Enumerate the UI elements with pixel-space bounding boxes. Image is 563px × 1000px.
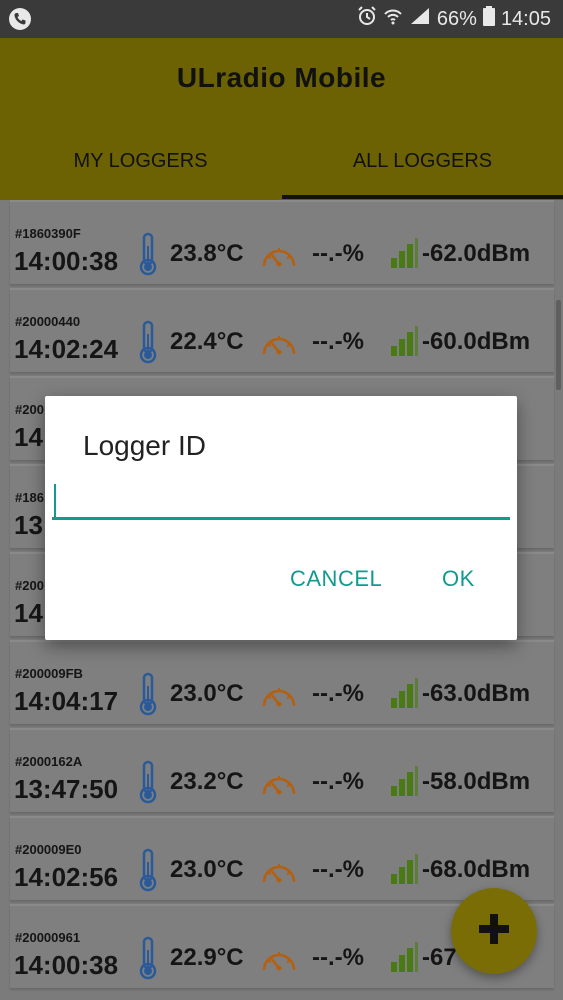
logger-humidity: --.-% xyxy=(312,680,364,707)
logger-time: 14:00:38 xyxy=(14,950,119,980)
signal-strength-icon xyxy=(390,326,418,361)
signal-strength-icon xyxy=(390,766,418,801)
thermometer-icon xyxy=(137,848,159,897)
gauge-icon xyxy=(260,856,298,891)
logger-temperature: 23.8°C xyxy=(170,240,244,267)
signal-strength-icon xyxy=(390,854,418,889)
logger-temperature: 23.0°C xyxy=(170,680,244,707)
logger-row[interactable]: #200009E0 14:02:56 23.0°C --.-% -68.0dBm xyxy=(10,816,554,900)
logger-id-input[interactable] xyxy=(52,480,510,520)
gauge-icon xyxy=(260,680,298,715)
battery-icon xyxy=(482,6,495,32)
text-caret xyxy=(54,484,56,518)
logger-row[interactable]: #200009FB 14:04:17 23.0°C --.-% -63.0dBm xyxy=(10,640,554,724)
logger-id: #200 xyxy=(15,402,44,417)
logger-humidity: --.-% xyxy=(312,944,364,971)
logger-rssi: -68.0dBm xyxy=(422,856,531,883)
logger-id: #186 xyxy=(15,490,44,505)
add-logger-button[interactable] xyxy=(451,888,537,974)
logger-time: 14:02:24 xyxy=(14,334,119,364)
logger-temperature: 22.9°C xyxy=(170,944,244,971)
tab-indicator xyxy=(282,195,563,199)
logger-id: #20000440 xyxy=(15,314,81,329)
cancel-button[interactable]: CANCEL xyxy=(290,566,382,592)
logger-humidity: --.-% xyxy=(312,768,364,795)
logger-time: 14 xyxy=(14,598,43,628)
gauge-icon xyxy=(260,240,298,275)
signal-strength-icon xyxy=(390,942,418,977)
logger-id: #200 xyxy=(15,578,44,593)
plus-icon xyxy=(477,912,511,951)
tab-all-loggers[interactable]: ALL LOGGERS xyxy=(282,150,563,173)
logger-rssi: -60.0dBm xyxy=(422,328,531,355)
logger-id: #200009FB xyxy=(15,666,83,681)
logger-humidity: --.-% xyxy=(312,856,364,883)
signal-strength-icon xyxy=(390,238,418,273)
alarm-icon xyxy=(357,6,377,32)
logger-row[interactable]: #1860390F 14:00:38 23.8°C --.-% -62.0dBm xyxy=(10,200,554,284)
logger-time: 14 xyxy=(14,422,43,452)
thermometer-icon xyxy=(137,760,159,809)
logger-id: #1860390F xyxy=(15,226,81,241)
logger-rssi: -58.0dBm xyxy=(422,768,531,795)
logger-humidity: --.-% xyxy=(312,240,364,267)
phone-call-icon xyxy=(8,7,32,36)
thermometer-icon xyxy=(137,320,159,369)
logger-temperature: 23.0°C xyxy=(170,856,244,883)
logger-rssi: -63.0dBm xyxy=(422,680,531,707)
gauge-icon xyxy=(260,328,298,363)
app-bar: ULradio Mobile MY LOGGERS ALL LOGGERS xyxy=(0,38,563,200)
logger-temperature: 23.2°C xyxy=(170,768,244,795)
logger-id: #20000961 xyxy=(15,930,81,945)
battery-percent: 66% xyxy=(436,7,477,30)
scrollbar[interactable] xyxy=(556,300,561,390)
logger-temperature: 22.4°C xyxy=(170,328,244,355)
wifi-icon xyxy=(383,6,403,32)
app-title: ULradio Mobile xyxy=(176,62,387,93)
logger-row[interactable]: #2000162A 13:47:50 23.2°C --.-% -58.0dBm xyxy=(10,728,554,812)
dialog-title: Logger ID xyxy=(83,430,206,461)
signal-icon xyxy=(409,6,431,32)
logger-humidity: --.-% xyxy=(312,328,364,355)
logger-time: 14:02:56 xyxy=(14,862,119,892)
tab-my-loggers[interactable]: MY LOGGERS xyxy=(0,150,281,173)
thermometer-icon xyxy=(137,672,159,721)
ok-button[interactable]: OK xyxy=(442,566,475,592)
gauge-icon xyxy=(260,768,298,803)
logger-id: #2000162A xyxy=(15,754,83,769)
logger-time: 13:47:50 xyxy=(14,774,119,804)
logger-time: 14:00:38 xyxy=(14,246,119,276)
status-bar: 66% 14:05 xyxy=(0,0,563,38)
logger-id-dialog: Logger ID CANCEL OK xyxy=(45,396,517,640)
logger-time: 13 xyxy=(14,510,43,540)
logger-rssi: -67 xyxy=(422,944,457,971)
gauge-icon xyxy=(260,944,298,979)
logger-time: 14:04:17 xyxy=(14,686,119,716)
logger-id: #200009E0 xyxy=(15,842,82,857)
signal-strength-icon xyxy=(390,678,418,713)
logger-row[interactable]: #20000440 14:02:24 22.4°C --.-% -60.0dBm xyxy=(10,288,554,372)
thermometer-icon xyxy=(137,936,159,985)
logger-rssi: -62.0dBm xyxy=(422,240,531,267)
thermometer-icon xyxy=(137,232,159,281)
status-time: 14:05 xyxy=(500,7,551,30)
